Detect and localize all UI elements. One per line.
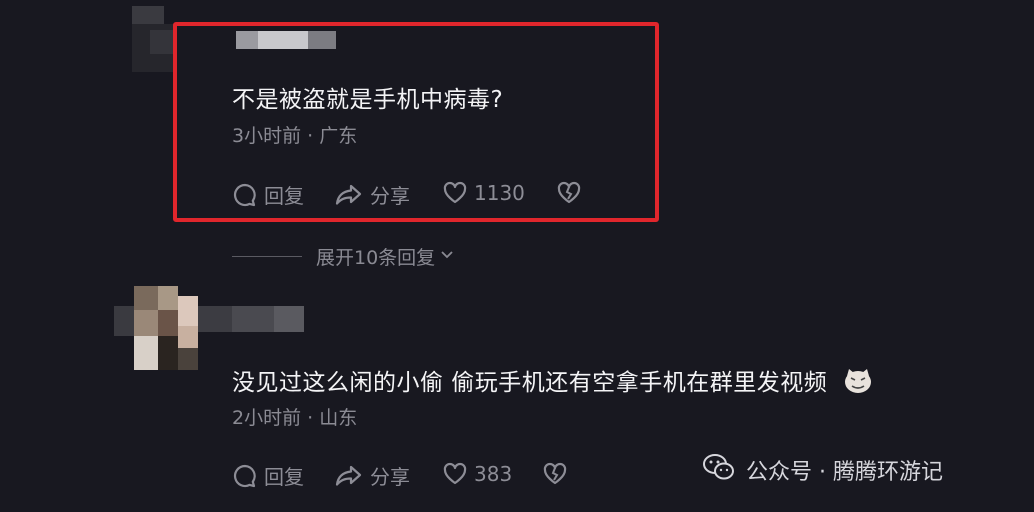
reply-label: 回复 xyxy=(264,465,304,489)
broken-heart-icon xyxy=(556,180,582,206)
share-button[interactable]: 分享 xyxy=(334,180,410,209)
expand-replies-button[interactable]: 展开10条回复 xyxy=(232,243,455,270)
comment-meta: 2小时前 · 山东 xyxy=(232,407,358,429)
wechat-icon xyxy=(702,452,736,488)
comment-meta: 3小时前 · 广东 xyxy=(232,125,358,147)
dislike-button[interactable] xyxy=(556,180,582,206)
like-button[interactable]: 1130 xyxy=(442,180,525,206)
reply-label: 回复 xyxy=(264,184,304,208)
heart-icon xyxy=(442,180,468,206)
divider-line xyxy=(232,256,302,257)
comment-bubble-icon xyxy=(232,463,258,489)
comment-text: 没见过这么闲的小偷 偷玩手机还有空拿手机在群里发视频 xyxy=(232,363,873,400)
cat-face-emoji xyxy=(843,368,873,400)
watermark: 公众号 · 腾腾环游记 xyxy=(702,452,943,488)
expand-replies-label: 展开10条回复 xyxy=(316,247,436,269)
comment-text: 不是被盗就是手机中病毒? xyxy=(232,87,504,113)
comment-bubble-icon xyxy=(232,182,258,208)
share-arrow-icon xyxy=(334,463,364,489)
reply-button[interactable]: 回复 xyxy=(232,461,304,490)
share-button[interactable]: 分享 xyxy=(334,461,410,490)
like-button[interactable]: 383 xyxy=(442,461,512,487)
chevron-down-icon xyxy=(439,246,455,268)
like-count: 383 xyxy=(474,462,513,486)
dislike-button[interactable] xyxy=(542,461,568,487)
watermark-text: 公众号 · 腾腾环游记 xyxy=(746,460,943,485)
share-label: 分享 xyxy=(370,465,410,489)
like-count: 1130 xyxy=(474,181,525,205)
broken-heart-icon xyxy=(542,461,568,487)
share-arrow-icon xyxy=(334,182,364,208)
comment-text-body: 没见过这么闲的小偷 偷玩手机还有空拿手机在群里发视频 xyxy=(232,370,828,396)
heart-icon xyxy=(442,461,468,487)
reply-button[interactable]: 回复 xyxy=(232,180,304,209)
share-label: 分享 xyxy=(370,184,410,208)
